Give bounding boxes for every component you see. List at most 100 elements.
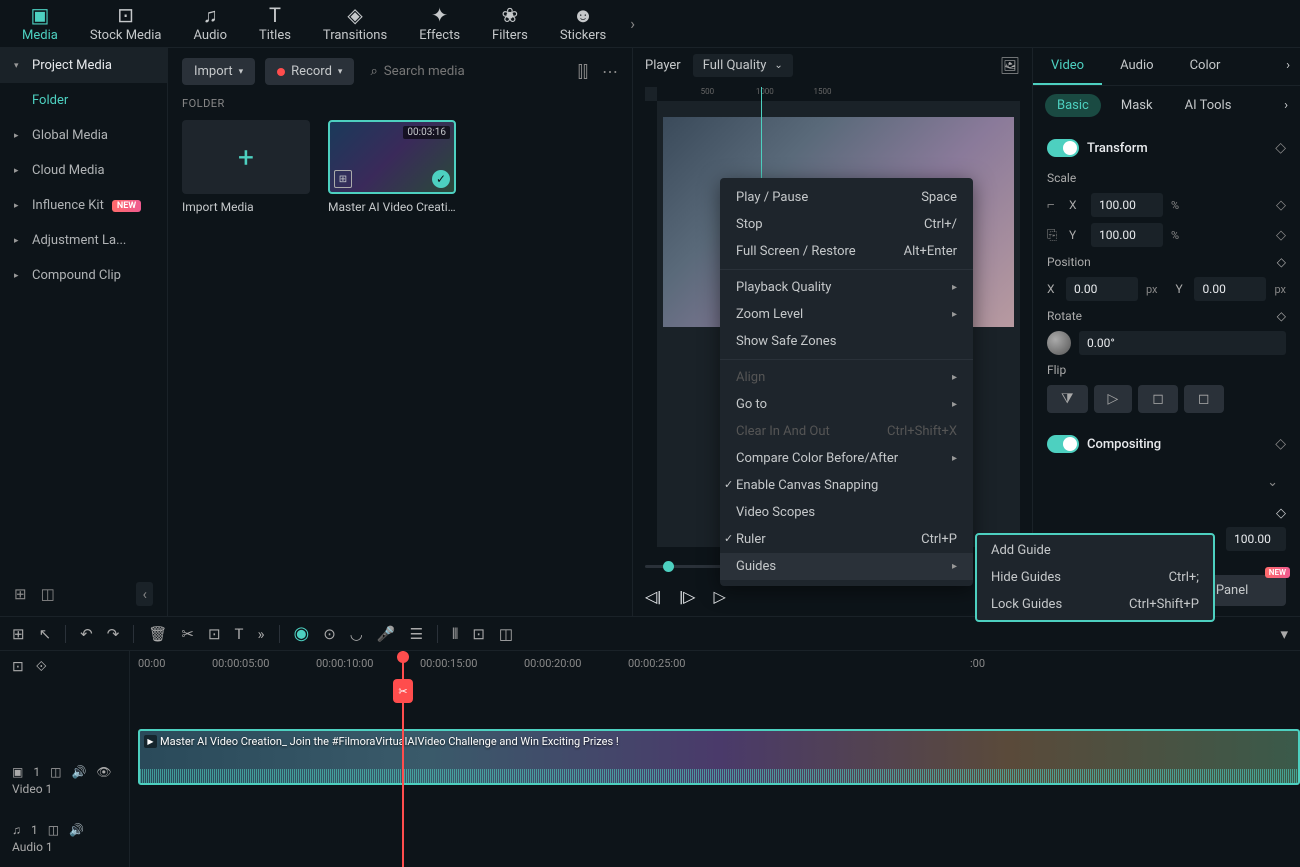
- snapshot-icon[interactable]: 🖼: [1000, 56, 1020, 75]
- sidebar-cloud-media[interactable]: ▸Cloud Media: [0, 153, 167, 188]
- tool-icon[interactable]: ⊡: [472, 625, 485, 643]
- menu-zoom-level[interactable]: Zoom Level▸: [720, 301, 973, 328]
- submenu-hide-guides[interactable]: Hide GuidesCtrl+;: [977, 564, 1213, 591]
- lock-icon[interactable]: ⎘: [1047, 228, 1061, 243]
- grid-view-icon[interactable]: ⊞: [12, 625, 25, 643]
- timeline-tracks[interactable]: 00:00 00:00:05:00 00:00:10:00 00:00:15:0…: [130, 651, 1300, 867]
- prev-frame-icon[interactable]: ◁|: [645, 587, 661, 606]
- keyframe-icon[interactable]: ◇: [1277, 255, 1286, 269]
- subtab-mask[interactable]: Mask: [1109, 94, 1165, 117]
- subtabs-more-icon[interactable]: ›: [1284, 98, 1288, 113]
- tab-video-props[interactable]: Video: [1033, 48, 1102, 85]
- keyframe-icon[interactable]: ◇: [1275, 436, 1286, 452]
- new-folder-icon[interactable]: ⊞: [14, 585, 27, 603]
- subtitle-icon[interactable]: ☰: [410, 625, 423, 643]
- tab-transitions[interactable]: ◈Transitions: [309, 0, 401, 47]
- opacity-input[interactable]: [1226, 527, 1286, 551]
- crop-icon[interactable]: ⊡: [208, 625, 221, 643]
- menu-stop[interactable]: StopCtrl+/: [720, 211, 973, 238]
- playhead[interactable]: ✂: [402, 651, 404, 867]
- scale-y-input[interactable]: [1091, 223, 1163, 247]
- scissor-icon[interactable]: ✂: [393, 679, 413, 703]
- flip-btn-3[interactable]: ◻: [1138, 385, 1178, 413]
- subtab-ai-tools[interactable]: AI Tools: [1173, 94, 1244, 117]
- smart-icon[interactable]: ◉: [294, 623, 310, 644]
- menu-guides[interactable]: Guides▸: [720, 553, 973, 580]
- pos-y-input[interactable]: [1194, 277, 1266, 301]
- collapse-sidebar-icon[interactable]: ‹: [136, 582, 153, 606]
- keyframe-icon[interactable]: ◇: [1276, 198, 1286, 213]
- pos-x-input[interactable]: [1066, 277, 1138, 301]
- more-tools-icon[interactable]: »: [257, 625, 264, 643]
- text-icon[interactable]: T: [235, 625, 244, 643]
- sidebar-compound-clip[interactable]: ▸Compound Clip: [0, 258, 167, 293]
- menu-ruler[interactable]: ✓RulerCtrl+P: [720, 526, 973, 553]
- tab-media[interactable]: ▣Media: [8, 0, 72, 47]
- flip-v-button[interactable]: ▷: [1094, 385, 1133, 413]
- menu-enable-snapping[interactable]: ✓Enable Canvas Snapping: [720, 472, 973, 499]
- submenu-lock-guides[interactable]: Lock GuidesCtrl+Shift+P: [977, 591, 1213, 618]
- menu-playback-quality[interactable]: Playback Quality▸: [720, 274, 973, 301]
- link-icon[interactable]: ⌐: [1047, 197, 1061, 213]
- lock-icon[interactable]: ◫: [48, 823, 59, 837]
- tool-icon[interactable]: ◫: [499, 625, 513, 643]
- keyframe-icon[interactable]: ◇: [1275, 140, 1286, 156]
- tab-effects[interactable]: ✦Effects: [405, 0, 474, 47]
- menu-safe-zones[interactable]: Show Safe Zones: [720, 328, 973, 355]
- video-track-header[interactable]: ▣1◫🔊👁 Video 1: [0, 751, 129, 809]
- import-media-tile[interactable]: + Import Media: [182, 120, 310, 214]
- blend-mode-dropdown[interactable]: ⌄: [1259, 467, 1286, 498]
- tab-filters[interactable]: ❀Filters: [478, 0, 542, 47]
- tab-stock-media[interactable]: ⊡Stock Media: [76, 0, 176, 47]
- keyframe-icon[interactable]: ◇: [1276, 228, 1286, 243]
- filter-icon[interactable]: ⫿⫿: [578, 62, 588, 82]
- timeline-ruler[interactable]: 00:00 00:00:05:00 00:00:10:00 00:00:15:0…: [130, 651, 1300, 681]
- copy-icon[interactable]: ⊡: [12, 659, 24, 675]
- speed-icon[interactable]: ⊙: [323, 625, 336, 643]
- new-bin-icon[interactable]: ◫: [41, 585, 55, 603]
- undo-icon[interactable]: ↶: [80, 625, 93, 643]
- audio-track-header[interactable]: ♫1◫🔊 Audio 1: [0, 809, 129, 867]
- menu-video-scopes[interactable]: Video Scopes: [720, 499, 973, 526]
- rotate-input[interactable]: [1079, 331, 1286, 355]
- tab-stickers[interactable]: ☻Stickers: [546, 0, 620, 47]
- tool-icon[interactable]: ⫴: [452, 625, 458, 643]
- toolbar-next-icon[interactable]: ›: [624, 14, 641, 33]
- mute-icon[interactable]: 🔊: [71, 765, 86, 779]
- redo-icon[interactable]: ↷: [107, 625, 120, 643]
- menu-fullscreen[interactable]: Full Screen / RestoreAlt+Enter: [720, 238, 973, 265]
- quality-dropdown[interactable]: Full Quality⌄: [693, 54, 793, 77]
- scale-x-input[interactable]: [1091, 193, 1163, 217]
- sidebar-project-media[interactable]: ▾Project Media: [0, 48, 167, 83]
- cut-icon[interactable]: ✂: [181, 625, 194, 643]
- lock-icon[interactable]: ◫: [50, 765, 61, 779]
- tab-audio[interactable]: ♫Audio: [180, 0, 241, 47]
- subtab-basic[interactable]: Basic: [1045, 94, 1101, 117]
- compositing-toggle[interactable]: [1047, 435, 1079, 453]
- play-icon[interactable]: ▷: [713, 587, 725, 606]
- tab-titles[interactable]: TTitles: [245, 0, 305, 47]
- import-button[interactable]: Import▾: [182, 58, 255, 85]
- link-icon[interactable]: ⟐: [36, 659, 47, 675]
- record-button[interactable]: Record▾: [265, 58, 354, 85]
- more-icon[interactable]: ⋯: [602, 62, 618, 82]
- keyframe-icon[interactable]: ◇: [1277, 309, 1286, 323]
- sidebar-influence-kit[interactable]: ▸Influence KitNEW: [0, 188, 167, 223]
- sidebar-folder[interactable]: Folder: [0, 83, 167, 118]
- dropdown-icon[interactable]: ▾: [1280, 625, 1288, 643]
- marker-icon[interactable]: ◡: [350, 625, 363, 643]
- media-clip-tile[interactable]: 00:03:16 ⊞ ✓ Master AI Video Creati...: [328, 120, 456, 214]
- submenu-add-guide[interactable]: Add Guide: [977, 537, 1213, 564]
- pointer-icon[interactable]: ↖: [39, 625, 52, 643]
- flip-h-button[interactable]: ⧩: [1047, 385, 1088, 413]
- menu-goto[interactable]: Go to▸: [720, 391, 973, 418]
- rotate-knob[interactable]: [1047, 331, 1071, 355]
- sidebar-global-media[interactable]: ▸Global Media: [0, 118, 167, 153]
- video-clip[interactable]: ▶ Master AI Video Creation_ Join the #Fi…: [138, 729, 1300, 785]
- flip-btn-4[interactable]: ◻: [1184, 385, 1224, 413]
- voice-icon[interactable]: 🎤: [377, 625, 396, 643]
- sidebar-adjustment-layer[interactable]: ▸Adjustment La...: [0, 223, 167, 258]
- search-input[interactable]: [384, 64, 562, 79]
- next-frame-icon[interactable]: |▷: [679, 587, 695, 606]
- delete-icon[interactable]: 🗑: [148, 625, 167, 643]
